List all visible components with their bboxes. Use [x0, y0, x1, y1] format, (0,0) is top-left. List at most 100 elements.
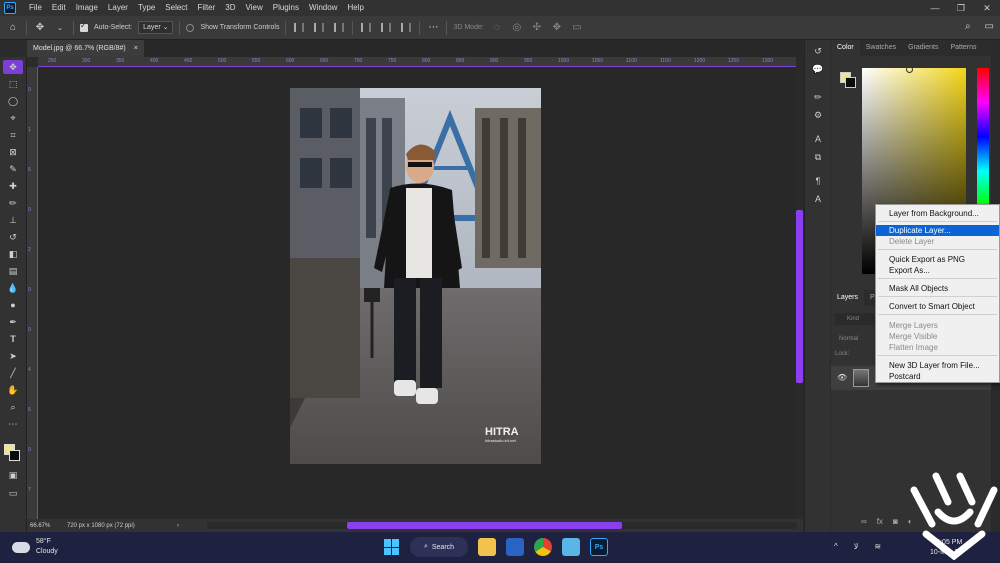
- blend-mode-dropdown[interactable]: Normal: [835, 333, 875, 345]
- move-tool-preset-icon[interactable]: ✥: [33, 21, 47, 35]
- auto-select-checkbox[interactable]: [80, 21, 88, 32]
- background-color-swatch[interactable]: [9, 450, 20, 461]
- stamp-tool-icon[interactable]: ⊥: [3, 213, 23, 227]
- character-styles-icon[interactable]: A: [809, 192, 827, 206]
- screen-mode-icon[interactable]: ▭: [3, 486, 23, 500]
- canvas-vertical-scrollbar[interactable]: [796, 57, 804, 532]
- file-explorer-icon[interactable]: [478, 538, 496, 556]
- document-tab[interactable]: Model.jpg @ 66.7% (RGB/8#) ×: [27, 40, 144, 57]
- menu-item-new-3d-layer[interactable]: New 3D Layer from File...: [876, 360, 999, 371]
- move-tool-icon[interactable]: ✥: [3, 60, 23, 74]
- lasso-tool-icon[interactable]: ◯: [3, 94, 23, 108]
- fx-icon[interactable]: fx: [877, 517, 883, 526]
- menu-item-layer-from-background[interactable]: Layer from Background...: [876, 208, 999, 219]
- more-tools-icon[interactable]: ⋯: [3, 417, 23, 431]
- vertical-scroll-thumb[interactable]: [796, 210, 803, 383]
- maximize-button[interactable]: ❐: [948, 0, 974, 16]
- object-select-tool-icon[interactable]: ⌖: [3, 111, 23, 125]
- pen-tool-icon[interactable]: ✒: [3, 315, 23, 329]
- frame-tool-icon[interactable]: ⊠: [3, 145, 23, 159]
- menu-3d[interactable]: 3D: [220, 0, 240, 16]
- word-icon[interactable]: [506, 538, 524, 556]
- align-right-icon[interactable]: [334, 23, 345, 32]
- color-picker-handle[interactable]: [906, 66, 913, 73]
- quick-mask-icon[interactable]: ▣: [3, 468, 23, 482]
- video-3d-icon[interactable]: ▭: [570, 21, 584, 35]
- glyphs-panel-icon[interactable]: ⧉: [809, 150, 827, 164]
- menu-edit[interactable]: Edit: [47, 0, 71, 16]
- menu-image[interactable]: Image: [71, 0, 103, 16]
- keyboard-language-icon[interactable]: ﻻ: [854, 542, 859, 551]
- drag-3d-icon[interactable]: ✣: [530, 21, 544, 35]
- horizontal-scroll-thumb[interactable]: [347, 522, 622, 529]
- menu-item-merge-visible[interactable]: Merge Visible: [876, 331, 999, 342]
- menu-type[interactable]: Type: [133, 0, 160, 16]
- eye-icon[interactable]: 👁: [837, 373, 847, 382]
- menu-layer[interactable]: Layer: [103, 0, 133, 16]
- roll-3d-icon[interactable]: ◎: [510, 21, 524, 35]
- zoom-level[interactable]: 66.67%: [27, 523, 67, 529]
- chrome-icon[interactable]: [534, 538, 552, 556]
- gradient-tool-icon[interactable]: ▤: [3, 264, 23, 278]
- chevron-up-icon[interactable]: ^: [834, 542, 838, 551]
- eraser-tool-icon[interactable]: ◧: [3, 247, 23, 261]
- character-panel-icon[interactable]: A: [809, 132, 827, 146]
- wifi-icon[interactable]: ≋: [874, 542, 881, 551]
- healing-tool-icon[interactable]: ✚: [3, 179, 23, 193]
- menu-item-flatten-image[interactable]: Flatten Image: [876, 342, 999, 353]
- minimize-button[interactable]: —: [922, 0, 948, 16]
- comments-panel-icon[interactable]: 💬: [809, 62, 827, 76]
- menu-item-delete-layer[interactable]: Delete Layer: [876, 236, 999, 247]
- menu-file[interactable]: File: [24, 0, 47, 16]
- menu-item-duplicate-layer[interactable]: Duplicate Layer...: [876, 225, 999, 236]
- align-middle-icon[interactable]: [381, 23, 392, 32]
- taskbar-search-button[interactable]: ⌕ Search: [410, 537, 468, 557]
- adjustments-panel-icon[interactable]: ⚙: [809, 108, 827, 122]
- history-brush-tool-icon[interactable]: ↺: [3, 230, 23, 244]
- zoom-tool-icon[interactable]: ⌕: [3, 400, 23, 414]
- path-select-tool-icon[interactable]: ➤: [3, 349, 23, 363]
- menu-select[interactable]: Select: [160, 0, 192, 16]
- menu-window[interactable]: Window: [304, 0, 342, 16]
- tab-color[interactable]: Color: [831, 40, 860, 56]
- show-transform-checkbox[interactable]: [186, 23, 195, 32]
- tab-gradients[interactable]: Gradients: [902, 40, 944, 56]
- document-tab-close-button[interactable]: ×: [134, 40, 138, 57]
- tab-patterns[interactable]: Patterns: [944, 40, 982, 56]
- menu-view[interactable]: View: [241, 0, 268, 16]
- menu-item-mask-all-objects[interactable]: Mask All Objects: [876, 283, 999, 294]
- menu-plugins[interactable]: Plugins: [268, 0, 304, 16]
- link-layers-icon[interactable]: ∞: [861, 517, 867, 526]
- windows-start-icon[interactable]: [384, 539, 400, 555]
- slide-3d-icon[interactable]: ✥: [550, 21, 564, 35]
- search-icon[interactable]: ⌕: [965, 21, 971, 32]
- align-top-icon[interactable]: [361, 23, 372, 32]
- history-panel-icon[interactable]: ↺: [809, 44, 827, 58]
- document-image[interactable]: HITRA hitrastudio.ir/t.net: [290, 88, 541, 464]
- home-icon[interactable]: ⌂: [6, 21, 20, 35]
- menu-item-quick-export-png[interactable]: Quick Export as PNG: [876, 254, 999, 265]
- menu-item-postcard[interactable]: Postcard: [876, 371, 999, 382]
- tab-swatches[interactable]: Swatches: [860, 40, 902, 56]
- eyedropper-tool-icon[interactable]: ✎: [3, 162, 23, 176]
- brush-settings-icon[interactable]: ✏: [809, 90, 827, 104]
- weather-widget[interactable]: 58°F Cloudy: [12, 537, 58, 557]
- menu-item-convert-smart-object[interactable]: Convert to Smart Object: [876, 301, 999, 312]
- add-mask-icon[interactable]: ◙: [893, 517, 898, 526]
- status-expand-icon[interactable]: ›: [177, 523, 179, 529]
- tab-layers[interactable]: Layers: [831, 290, 865, 306]
- brush-tool-icon[interactable]: ✏: [3, 196, 23, 210]
- crop-tool-icon[interactable]: ⌗: [3, 128, 23, 142]
- auto-select-target-dropdown[interactable]: Layer ⌄: [138, 21, 174, 34]
- marquee-tool-icon[interactable]: ⬚: [3, 77, 23, 91]
- close-window-button[interactable]: ✕: [974, 0, 1000, 16]
- notepad-icon[interactable]: [562, 538, 580, 556]
- canvas-horizontal-scrollbar[interactable]: [207, 522, 797, 529]
- menu-help[interactable]: Help: [342, 0, 368, 16]
- line-tool-icon[interactable]: ╱: [3, 366, 23, 380]
- workspace-icon[interactable]: ▭: [985, 21, 994, 32]
- align-left-icon[interactable]: [294, 23, 305, 32]
- hand-tool-icon[interactable]: ✋: [3, 383, 23, 397]
- type-tool-icon[interactable]: T: [3, 332, 23, 346]
- panel-background-swatch[interactable]: [845, 77, 856, 88]
